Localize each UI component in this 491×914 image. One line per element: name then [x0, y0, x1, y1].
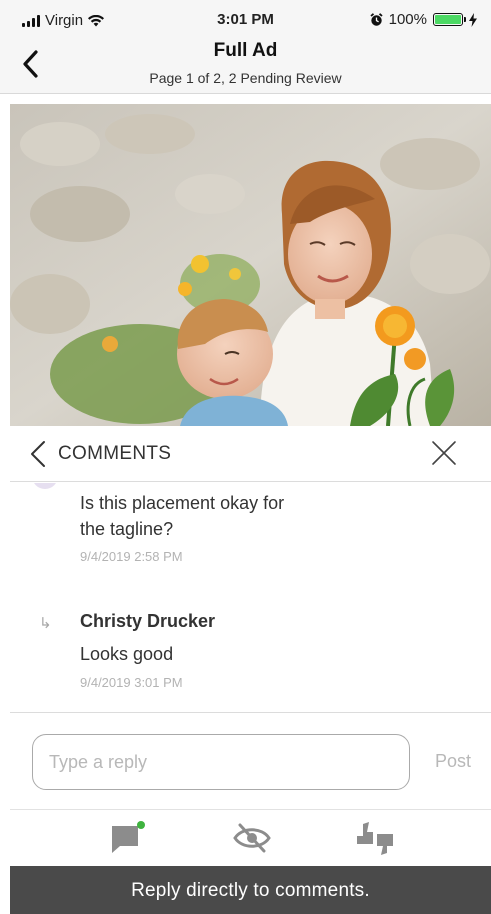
comments-title: COMMENTS	[58, 443, 172, 464]
page-title: Full Ad	[213, 40, 278, 61]
battery-fill	[435, 15, 461, 24]
reply-input[interactable]	[32, 734, 410, 790]
status-right: 100%	[370, 11, 477, 28]
comment-text: Looks good	[80, 644, 174, 664]
comments-list[interactable]: Is this placement okay for the tagline? …	[10, 483, 491, 712]
comment-timestamp: 9/4/2019 3:01 PM	[80, 675, 183, 690]
reply-arrow-icon: ↳	[39, 615, 52, 632]
comment-icon[interactable]	[108, 820, 148, 856]
left-margin	[0, 104, 10, 914]
charging-bolt-icon	[469, 12, 477, 27]
battery-percent: 100%	[388, 11, 427, 28]
comment-text-line: the tagline?	[80, 519, 174, 539]
status-bar: Virgin 3:01 PM 100%	[0, 0, 491, 36]
reply-bar: Post	[10, 712, 491, 810]
tutorial-caption: Reply directly to comments.	[10, 866, 491, 914]
comments-back-chevron-icon[interactable]	[28, 440, 48, 468]
page-subtitle: Page 1 of 2, 2 Pending Review	[149, 70, 342, 86]
bottom-toolbar	[10, 810, 491, 866]
comment-timestamp: 9/4/2019 2:58 PM	[80, 549, 183, 564]
comment-text-line: Is this placement okay for	[80, 493, 285, 513]
battery-icon	[433, 13, 466, 26]
hide-eye-icon[interactable]	[232, 820, 272, 856]
close-icon[interactable]	[431, 440, 457, 466]
alarm-icon	[370, 12, 383, 26]
thumbs-vote-icon[interactable]	[355, 820, 395, 856]
phone-screen: Virgin 3:01 PM 100% Full Ad Page 1 of 2,…	[0, 0, 491, 914]
new-comment-indicator	[137, 821, 145, 829]
ad-photo-illustration	[10, 104, 491, 426]
avatar	[32, 483, 58, 489]
comment-author: Christy Drucker	[80, 611, 216, 631]
post-button[interactable]: Post	[435, 751, 471, 772]
nav-header: Full Ad Page 1 of 2, 2 Pending Review	[0, 36, 491, 94]
comments-header: COMMENTS	[10, 426, 491, 482]
ad-photo[interactable]	[10, 104, 491, 426]
